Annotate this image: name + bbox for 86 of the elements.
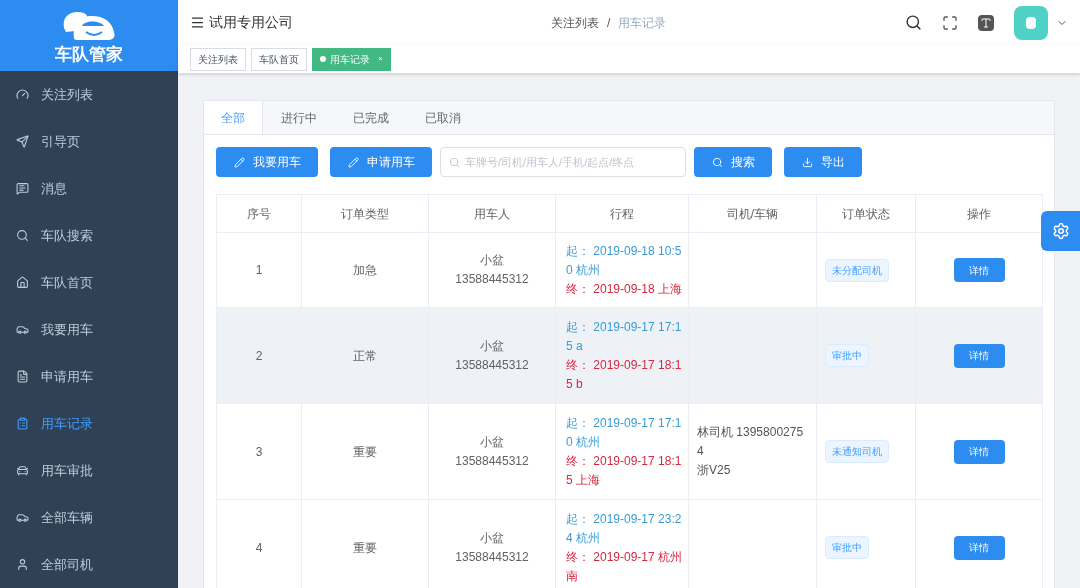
sidebar-item[interactable]: 引导页 — [0, 118, 178, 165]
car-icon — [16, 323, 29, 336]
table-cell: 正常 — [301, 307, 429, 404]
form-icon — [16, 370, 29, 383]
driver-info: 林司机 13958002754 — [697, 424, 805, 460]
pencil-icon — [347, 156, 359, 168]
primary-button[interactable]: 导出 — [784, 147, 862, 177]
sidebar-item[interactable]: 我要用车 — [0, 306, 178, 353]
trip-start: 起： 2019-09-17 23:24 杭州 — [566, 510, 683, 547]
sidebar-item[interactable]: 全部车辆 — [0, 494, 178, 541]
tab[interactable]: 进行中 — [263, 101, 335, 134]
menu-icon[interactable] — [190, 15, 205, 30]
status-tag: 审批中 — [825, 344, 869, 367]
user-phone: 13588445312 — [454, 271, 530, 288]
detail-button[interactable]: 详情 — [953, 535, 1005, 560]
car-icon — [16, 511, 29, 524]
search-icon — [711, 156, 723, 168]
clipboard-icon — [16, 417, 29, 430]
tab[interactable]: 已取消 — [407, 101, 479, 134]
column-header: 订单状态 — [816, 194, 916, 233]
user-name: 小盆 — [479, 337, 505, 355]
status-tag: 未通知司机 — [825, 440, 889, 463]
user-icon — [16, 558, 29, 571]
column-header: 司机/车辆 — [688, 194, 817, 233]
user-name: 小盆 — [479, 252, 505, 269]
message-icon — [16, 182, 29, 195]
trip-start: 起： 2019-09-18 10:50 杭州 — [566, 242, 683, 279]
column-header: 订单类型 — [301, 194, 429, 233]
table-cell: 重要 — [301, 403, 429, 500]
company-name: 试用专用公司 — [209, 13, 293, 32]
table-cell: 1 — [216, 232, 302, 308]
column-header: 行程 — [555, 194, 689, 233]
vehicle-plate: 浙V25 — [697, 462, 732, 479]
breadcrumb-separator: / — [607, 14, 611, 32]
sidebar-item[interactable]: 消息 — [0, 165, 178, 212]
primary-button[interactable]: 搜索 — [694, 147, 772, 177]
gauge-icon — [16, 88, 29, 101]
fullscreen-icon[interactable] — [942, 14, 958, 31]
tab[interactable]: 已完成 — [335, 101, 407, 134]
user-name: 小盆 — [479, 433, 505, 451]
pencil-icon — [233, 156, 245, 168]
home-icon — [16, 276, 29, 289]
car-icon — [16, 464, 29, 477]
table-cell: 加急 — [301, 232, 429, 308]
sidebar-item[interactable]: 关注列表 — [0, 71, 178, 118]
search-icon[interactable] — [905, 14, 922, 31]
breadcrumb-item[interactable]: 关注列表 — [551, 13, 599, 32]
trip-end: 终： 2019-09-17 18:15 b — [566, 356, 683, 393]
primary-button[interactable]: 我要用车 — [216, 147, 318, 177]
trip-end: 终： 2019-09-18 上海 — [566, 280, 684, 298]
table-cell: 2 — [216, 307, 302, 404]
trip-end: 终： 2019-09-17 杭州南 — [566, 548, 684, 585]
trip-start: 起： 2019-09-17 17:10 杭州 — [566, 414, 683, 451]
sidebar-item[interactable]: 车队首页 — [0, 259, 178, 306]
column-header: 序号 — [216, 194, 302, 233]
font-size-icon[interactable] — [978, 14, 994, 31]
sidebar-item[interactable]: 用车审批 — [0, 447, 178, 494]
search-icon — [16, 229, 29, 242]
primary-button[interactable]: 申请用车 — [330, 147, 432, 177]
paper-plane-icon — [16, 135, 29, 148]
breadcrumb-item: 用车记录 — [618, 14, 667, 32]
table-cell: 4 — [216, 499, 302, 588]
column-header: 用车人 — [428, 194, 556, 233]
page-tag[interactable]: 车队首页 — [251, 47, 307, 71]
sidebar-item[interactable]: 车队搜索 — [0, 212, 178, 259]
settings-icon — [1051, 222, 1070, 240]
trip-start: 起： 2019-09-17 17:15 a — [566, 318, 683, 355]
user-phone: 13588445312 — [454, 356, 530, 374]
user-phone: 13588445312 — [454, 452, 530, 470]
status-tag: 审批中 — [825, 536, 869, 559]
detail-button[interactable]: 详情 — [953, 439, 1005, 464]
settings-button[interactable] — [1041, 211, 1080, 251]
detail-button[interactable]: 详情 — [953, 343, 1005, 368]
page-tag[interactable]: 关注列表 — [190, 47, 246, 71]
user-name: 小盆 — [479, 529, 505, 547]
search-icon — [449, 157, 460, 168]
trip-end: 终： 2019-09-17 18:15 上海 — [566, 452, 683, 489]
sidebar-item[interactable]: 用车记录 — [0, 400, 178, 447]
download-icon — [801, 156, 813, 168]
sidebar-item[interactable]: 申请用车 — [0, 353, 178, 400]
status-tag: 未分配司机 — [825, 258, 889, 282]
user-phone: 13588445312 — [454, 548, 530, 566]
sidebar-item[interactable]: 全部司机 — [0, 541, 178, 588]
detail-button[interactable]: 详情 — [953, 258, 1005, 282]
logo-text: 车队管家 — [55, 46, 123, 63]
table-cell: 3 — [216, 403, 302, 500]
